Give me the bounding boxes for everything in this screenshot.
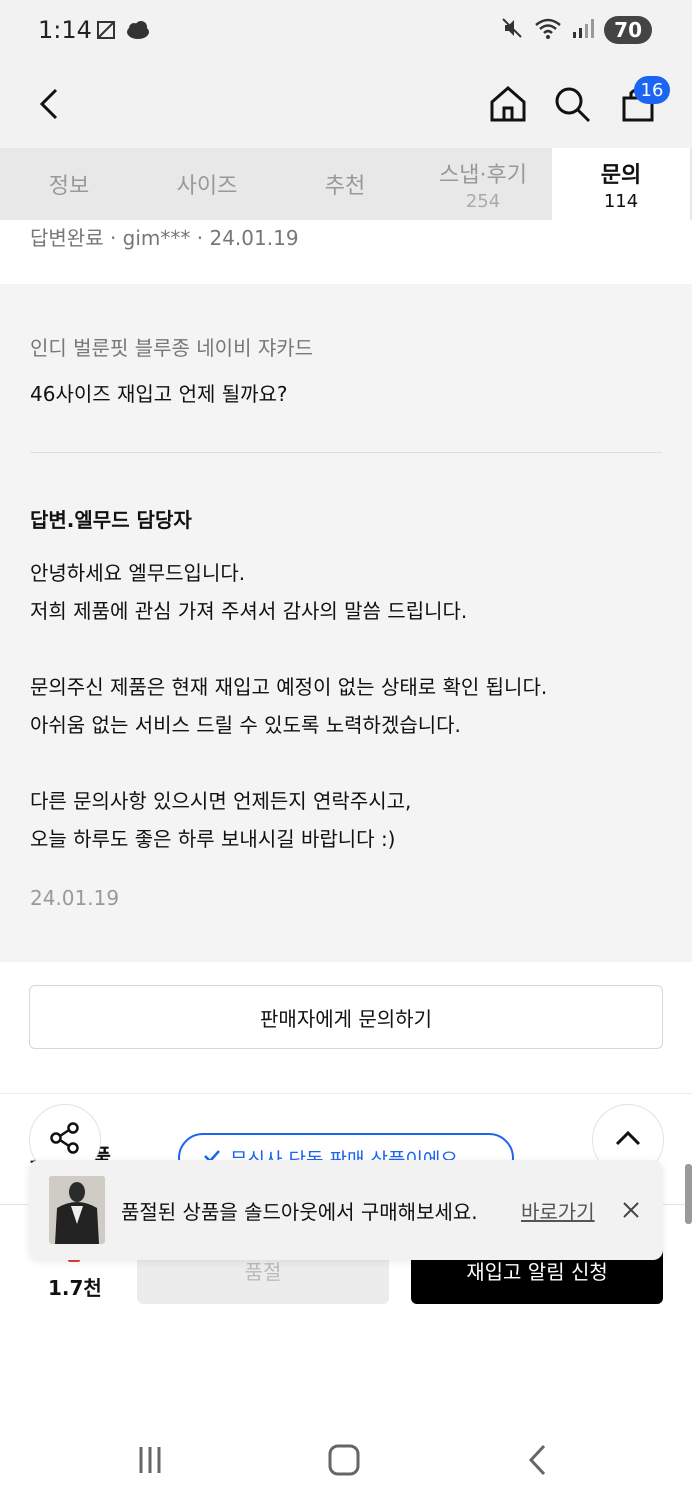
tab-label: 사이즈 (176, 174, 238, 199)
answer-line: 오늘 하루도 좋은 하루 보내시길 바랍니다 :) (30, 827, 396, 851)
signal-icon (572, 16, 595, 44)
status-left-icons (94, 18, 152, 46)
answer-date: 24.01.19 (30, 886, 120, 910)
battery-indicator: 70 (604, 16, 652, 44)
tab-count: 254 (465, 190, 501, 212)
divider (30, 452, 662, 453)
product-thumbnail (49, 1176, 105, 1244)
status-time: 1:14 (38, 16, 92, 44)
soldout-toast[interactable]: 품절된 상품을 솔드아웃에서 구매해보세요. 바로가기 (29, 1160, 663, 1260)
share-icon (47, 1120, 83, 1160)
answer-line: 다른 문의사항 있으시면 언제든지 연락주시고, (30, 789, 412, 813)
status-bar: 1:14 70 (0, 0, 692, 64)
back-nav-icon[interactable] (508, 1440, 568, 1480)
previous-inquiry-meta: 답변완료 · gim*** · 24.01.19 (30, 226, 299, 250)
tab-recommend[interactable]: 추천 (276, 148, 414, 220)
home-icon[interactable] (482, 78, 534, 130)
tab-inquiry[interactable]: 문의 114 (552, 148, 690, 220)
nfc-icon (94, 18, 118, 46)
mute-icon (500, 16, 524, 44)
answer-line (30, 630, 670, 668)
back-icon[interactable] (24, 78, 76, 130)
inquiry-question: 46사이즈 재입고 언제 될까요? (30, 382, 288, 406)
search-icon[interactable] (546, 78, 598, 130)
app-header (0, 64, 692, 148)
tab-info[interactable]: 정보 (0, 148, 138, 220)
tab-count: 114 (603, 190, 639, 212)
status-right-icons: 70 (500, 16, 652, 44)
chevron-up-icon (613, 1128, 643, 1152)
like-count: 1.7천 (48, 1276, 102, 1300)
system-nav-bar (0, 1410, 692, 1500)
answer-line (30, 744, 670, 782)
product-tabs: 정보 사이즈 추천 스냅·후기 254 문의 114 (0, 148, 692, 220)
toast-message: 품절된 상품을 솔드아웃에서 구매해보세요. (121, 1200, 478, 1224)
section-divider (0, 1093, 692, 1094)
cart-count-badge: 16 (634, 76, 670, 104)
toast-link[interactable]: 바로가기 (521, 1196, 595, 1225)
wifi-icon (534, 16, 562, 44)
tab-size[interactable]: 사이즈 (138, 148, 276, 220)
cloud-icon (124, 18, 152, 46)
answer-line: 저희 제품에 관심 가져 주셔서 감사의 말씀 드립니다. (30, 599, 468, 623)
answer-line: 아쉬움 없는 서비스 드릴 수 있도록 노력하겠습니다. (30, 713, 461, 737)
recent-apps-icon[interactable] (120, 1440, 180, 1480)
answer-line: 안녕하세요 엘무드입니다. (30, 561, 246, 585)
answer-title: 답변.엘무드 담당자 (30, 508, 192, 532)
tab-label: 추천 (324, 174, 366, 199)
tab-label: 정보 (48, 174, 90, 199)
tab-label: 스냅·후기 (439, 162, 527, 188)
inquiry-product-name: 인디 벌룬핏 블루종 네이비 쟈카드 (30, 336, 314, 360)
scrollbar-thumb[interactable] (685, 1164, 692, 1224)
ask-seller-button[interactable]: 판매자에게 문의하기 (29, 985, 663, 1049)
tab-snap-review[interactable]: 스냅·후기 254 (414, 148, 552, 220)
home-nav-icon[interactable] (314, 1440, 374, 1480)
answer-line: 문의주신 제품은 현재 재입고 예정이 없는 상태로 확인 됩니다. (30, 675, 548, 699)
inquiry-detail: 인디 벌룬핏 블루종 네이비 쟈카드 46사이즈 재입고 언제 될까요? 답변.… (0, 284, 692, 962)
close-icon[interactable] (617, 1196, 645, 1224)
tab-label: 문의 (600, 162, 642, 188)
answer-body: 안녕하세요 엘무드입니다. 저희 제품에 관심 가져 주셔서 감사의 말씀 드립… (30, 554, 670, 858)
